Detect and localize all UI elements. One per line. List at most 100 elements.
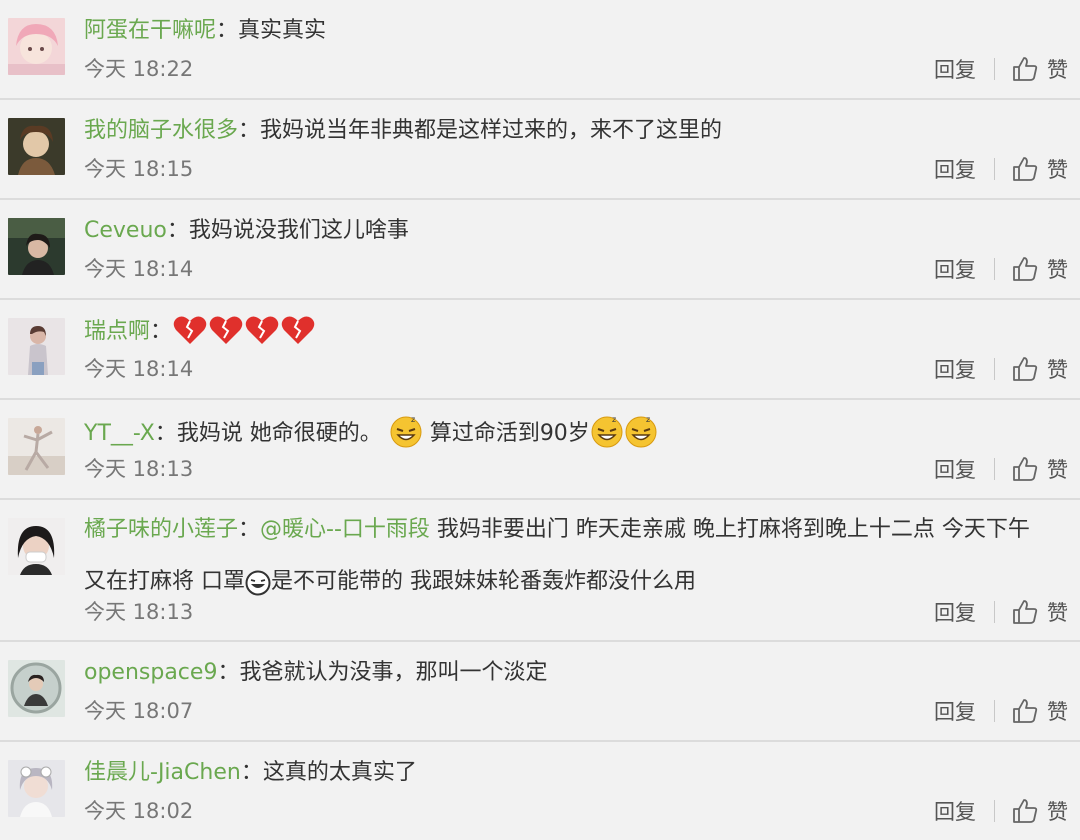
like-button[interactable]: 赞 bbox=[1011, 354, 1068, 384]
colon: ： bbox=[238, 517, 261, 542]
reply-button[interactable]: 回复 bbox=[934, 54, 976, 84]
sleepy-grin-emoji-icon: z bbox=[624, 414, 658, 448]
like-button[interactable]: 赞 bbox=[1011, 454, 1068, 484]
comment-item: 瑞点啊： 今天 18:14 回复 赞 bbox=[0, 300, 1080, 400]
like-label: 赞 bbox=[1047, 800, 1068, 824]
action-divider bbox=[994, 58, 995, 80]
username-link[interactable]: 阿蛋在干嘛呢 bbox=[84, 18, 216, 43]
mask-face-emoji-icon bbox=[245, 570, 271, 596]
reply-button[interactable]: 回复 bbox=[934, 696, 976, 726]
timestamp: 今天 18:15 bbox=[84, 157, 194, 181]
avatar[interactable] bbox=[8, 518, 65, 575]
timestamp: 今天 18:13 bbox=[84, 600, 194, 624]
comment-actions: 回复 赞 bbox=[934, 454, 1068, 484]
comment-actions: 回复 赞 bbox=[934, 54, 1068, 84]
reply-button[interactable]: 回复 bbox=[934, 354, 976, 384]
emoji-group bbox=[172, 316, 316, 344]
like-button[interactable]: 赞 bbox=[1011, 597, 1068, 627]
like-label: 赞 bbox=[1047, 158, 1068, 182]
username-link[interactable]: openspace9 bbox=[84, 660, 217, 685]
action-divider bbox=[994, 158, 995, 180]
comment-list: 阿蛋在干嘛呢：真实真实 今天 18:22 回复 赞 我的脑子水很多：我妈说当年非… bbox=[0, 0, 1080, 840]
timestamp: 今天 18:14 bbox=[84, 357, 194, 381]
username-link[interactable]: 佳晨儿-JiaChen bbox=[84, 760, 241, 785]
svg-text:z: z bbox=[646, 415, 650, 424]
like-button[interactable]: 赞 bbox=[1011, 796, 1068, 826]
avatar[interactable] bbox=[8, 218, 65, 275]
avatar[interactable] bbox=[8, 660, 65, 717]
like-label: 赞 bbox=[1047, 458, 1068, 482]
reply-button[interactable]: 回复 bbox=[934, 796, 976, 826]
comment-actions: 回复 赞 bbox=[934, 796, 1068, 826]
reply-button[interactable]: 回复 bbox=[934, 154, 976, 184]
avatar[interactable] bbox=[8, 760, 65, 817]
comment-item: openspace9：我爸就认为没事，那叫一个淡定 今天 18:07 回复 赞 bbox=[0, 642, 1080, 742]
colon: ： bbox=[154, 421, 177, 446]
username-link[interactable]: 橘子味的小莲子 bbox=[84, 517, 238, 542]
like-button[interactable]: 赞 bbox=[1011, 154, 1068, 184]
action-divider bbox=[994, 601, 995, 623]
colon: ： bbox=[216, 18, 239, 43]
thumbs-up-icon bbox=[1013, 699, 1038, 723]
timestamp: 今天 18:14 bbox=[84, 257, 194, 281]
comment-body: YT__-X：我妈说 她命很硬的。 z 算过命活到90岁 z z bbox=[84, 414, 1056, 451]
comment-body: 我的脑子水很多：我妈说当年非典都是这样过来的，来不了这里的 bbox=[84, 114, 1056, 148]
timestamp: 今天 18:13 bbox=[84, 457, 194, 481]
thumbs-up-icon bbox=[1013, 457, 1038, 481]
like-label: 赞 bbox=[1047, 58, 1068, 82]
username-link[interactable]: YT__-X bbox=[84, 421, 155, 446]
username-link[interactable]: Ceveuo bbox=[84, 218, 167, 243]
colon: ： bbox=[150, 319, 173, 344]
like-button[interactable]: 赞 bbox=[1011, 54, 1068, 84]
like-button[interactable]: 赞 bbox=[1011, 696, 1068, 726]
avatar[interactable] bbox=[8, 118, 65, 175]
action-divider bbox=[994, 458, 995, 480]
like-label: 赞 bbox=[1047, 700, 1068, 724]
svg-text:z: z bbox=[411, 415, 415, 424]
comment-body: 佳晨儿-JiaChen：这真的太真实了 bbox=[84, 756, 1056, 790]
thumbs-up-icon bbox=[1013, 357, 1038, 381]
sleepy-grin-emoji-icon: z bbox=[590, 414, 624, 448]
reply-button[interactable]: 回复 bbox=[934, 454, 976, 484]
comment-item: 佳晨儿-JiaChen：这真的太真实了 今天 18:02 回复 赞 bbox=[0, 742, 1080, 840]
broken-heart-icon bbox=[280, 314, 316, 346]
avatar[interactable] bbox=[8, 318, 65, 375]
thumbs-up-icon bbox=[1013, 57, 1038, 81]
like-button[interactable]: 赞 bbox=[1011, 254, 1068, 284]
comment-body: openspace9：我爸就认为没事，那叫一个淡定 bbox=[84, 656, 1056, 690]
comment-item: Ceveuo：我妈说没我们这儿啥事 今天 18:14 回复 赞 bbox=[0, 200, 1080, 300]
colon: ： bbox=[166, 218, 189, 243]
thumbs-up-icon bbox=[1013, 257, 1038, 281]
comment-text: 算过命活到90岁 bbox=[429, 421, 590, 446]
comment-item: 阿蛋在干嘛呢：真实真实 今天 18:22 回复 赞 bbox=[0, 0, 1080, 100]
broken-heart-icon bbox=[244, 314, 280, 346]
timestamp: 今天 18:02 bbox=[84, 799, 194, 823]
like-label: 赞 bbox=[1047, 601, 1068, 625]
reply-button[interactable]: 回复 bbox=[934, 254, 976, 284]
broken-heart-icon bbox=[172, 314, 208, 346]
reply-button[interactable]: 回复 bbox=[934, 597, 976, 627]
comment-actions: 回复 赞 bbox=[934, 154, 1068, 184]
thumbs-up-icon bbox=[1013, 799, 1038, 823]
action-divider bbox=[994, 358, 995, 380]
thumbs-up-icon bbox=[1013, 600, 1038, 624]
mention-link[interactable]: @暖心--口十雨段 bbox=[260, 517, 430, 542]
comment-text: 我妈说 她命很硬的。 bbox=[176, 421, 382, 446]
avatar[interactable] bbox=[8, 418, 65, 475]
comment-text: 真实真实 bbox=[238, 18, 327, 43]
comment-item: YT__-X：我妈说 她命很硬的。 z 算过命活到90岁 z z 今天 18:13 … bbox=[0, 400, 1080, 500]
username-link[interactable]: 我的脑子水很多 bbox=[84, 118, 238, 143]
comment-text: 我妈说没我们这儿啥事 bbox=[188, 218, 409, 243]
action-divider bbox=[994, 800, 995, 822]
thumbs-up-icon bbox=[1013, 157, 1038, 181]
comment-text: 又在打麻将 口罩 bbox=[84, 569, 245, 594]
comment-body: 瑞点啊： bbox=[84, 314, 1056, 349]
like-label: 赞 bbox=[1047, 258, 1068, 282]
colon: ： bbox=[240, 760, 263, 785]
avatar[interactable] bbox=[8, 18, 65, 75]
comment-text: 我爸就认为没事，那叫一个淡定 bbox=[239, 660, 548, 685]
comment-body: Ceveuo：我妈说没我们这儿啥事 bbox=[84, 214, 1056, 248]
username-link[interactable]: 瑞点啊 bbox=[84, 319, 150, 344]
colon: ： bbox=[217, 660, 240, 685]
comment-actions: 回复 赞 bbox=[934, 597, 1068, 627]
